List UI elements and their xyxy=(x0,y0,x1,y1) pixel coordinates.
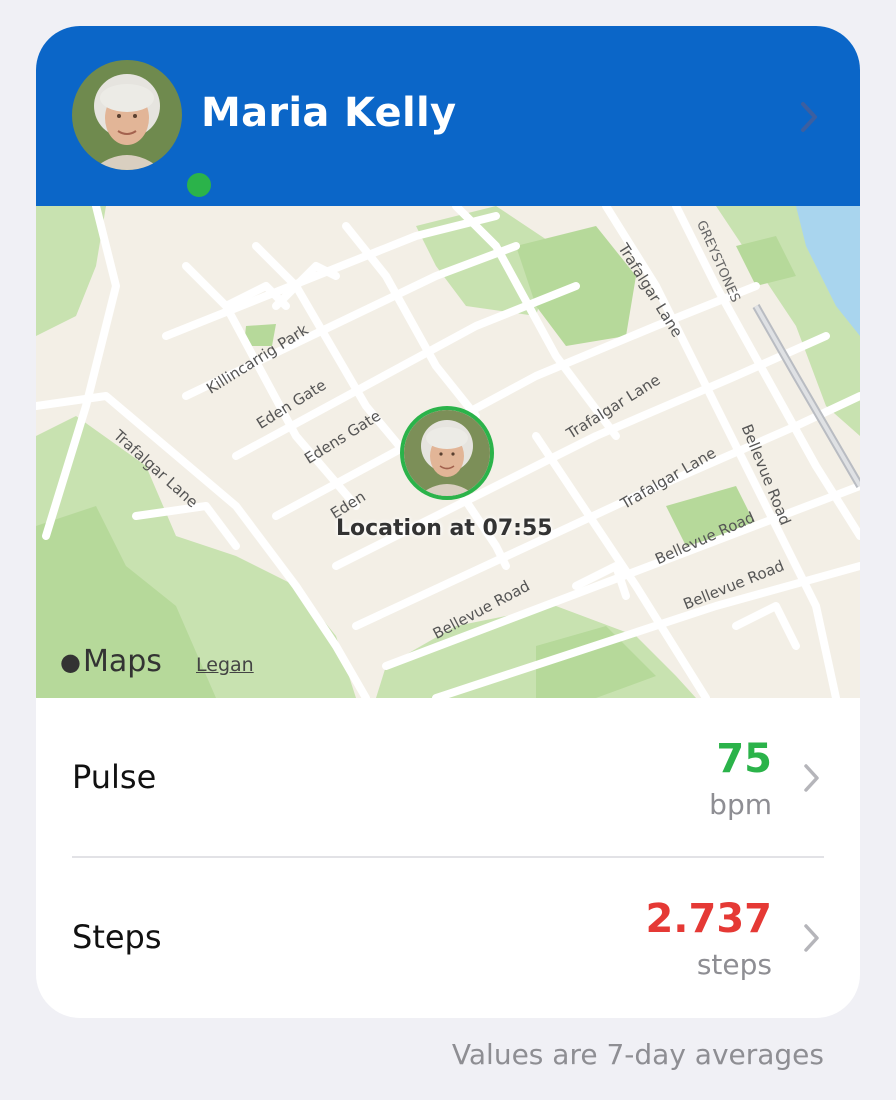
contact-name: Maria Kelly xyxy=(201,90,457,136)
steps-value: 2.737 xyxy=(645,896,772,942)
steps-label: Steps xyxy=(72,918,162,956)
person-portrait-icon xyxy=(404,410,490,496)
maps-brand: ● Maps xyxy=(60,644,162,679)
location-pin[interactable] xyxy=(400,406,494,500)
chevron-right-icon[interactable] xyxy=(802,922,822,954)
pulse-label: Pulse xyxy=(72,758,157,796)
location-caption: Location at 07:55 xyxy=(336,516,553,541)
avatar[interactable] xyxy=(72,60,214,200)
contact-card: Maria Kelly Killincarrig Park Eden Gate … xyxy=(36,26,860,1018)
pulse-value: 75 xyxy=(716,736,772,782)
chevron-right-icon[interactable] xyxy=(798,98,822,136)
maps-brand-text: Maps xyxy=(82,644,162,679)
contact-header[interactable]: Maria Kelly xyxy=(36,26,860,206)
chevron-right-icon[interactable] xyxy=(802,762,822,794)
person-portrait-icon xyxy=(72,60,182,170)
online-status-dot xyxy=(184,170,214,200)
steps-unit: steps xyxy=(696,948,772,981)
location-map[interactable]: Killincarrig Park Eden Gate Edens Gate E… xyxy=(36,206,860,698)
pulse-unit: bpm xyxy=(709,788,772,821)
pulse-row[interactable]: Pulse 75 bpm xyxy=(72,698,824,858)
averages-footnote: Values are 7-day averages xyxy=(451,1038,824,1071)
apple-logo-icon: ● xyxy=(60,647,81,676)
steps-row[interactable]: Steps 2.737 steps xyxy=(72,858,824,1018)
legal-link[interactable]: Legan xyxy=(196,654,254,676)
